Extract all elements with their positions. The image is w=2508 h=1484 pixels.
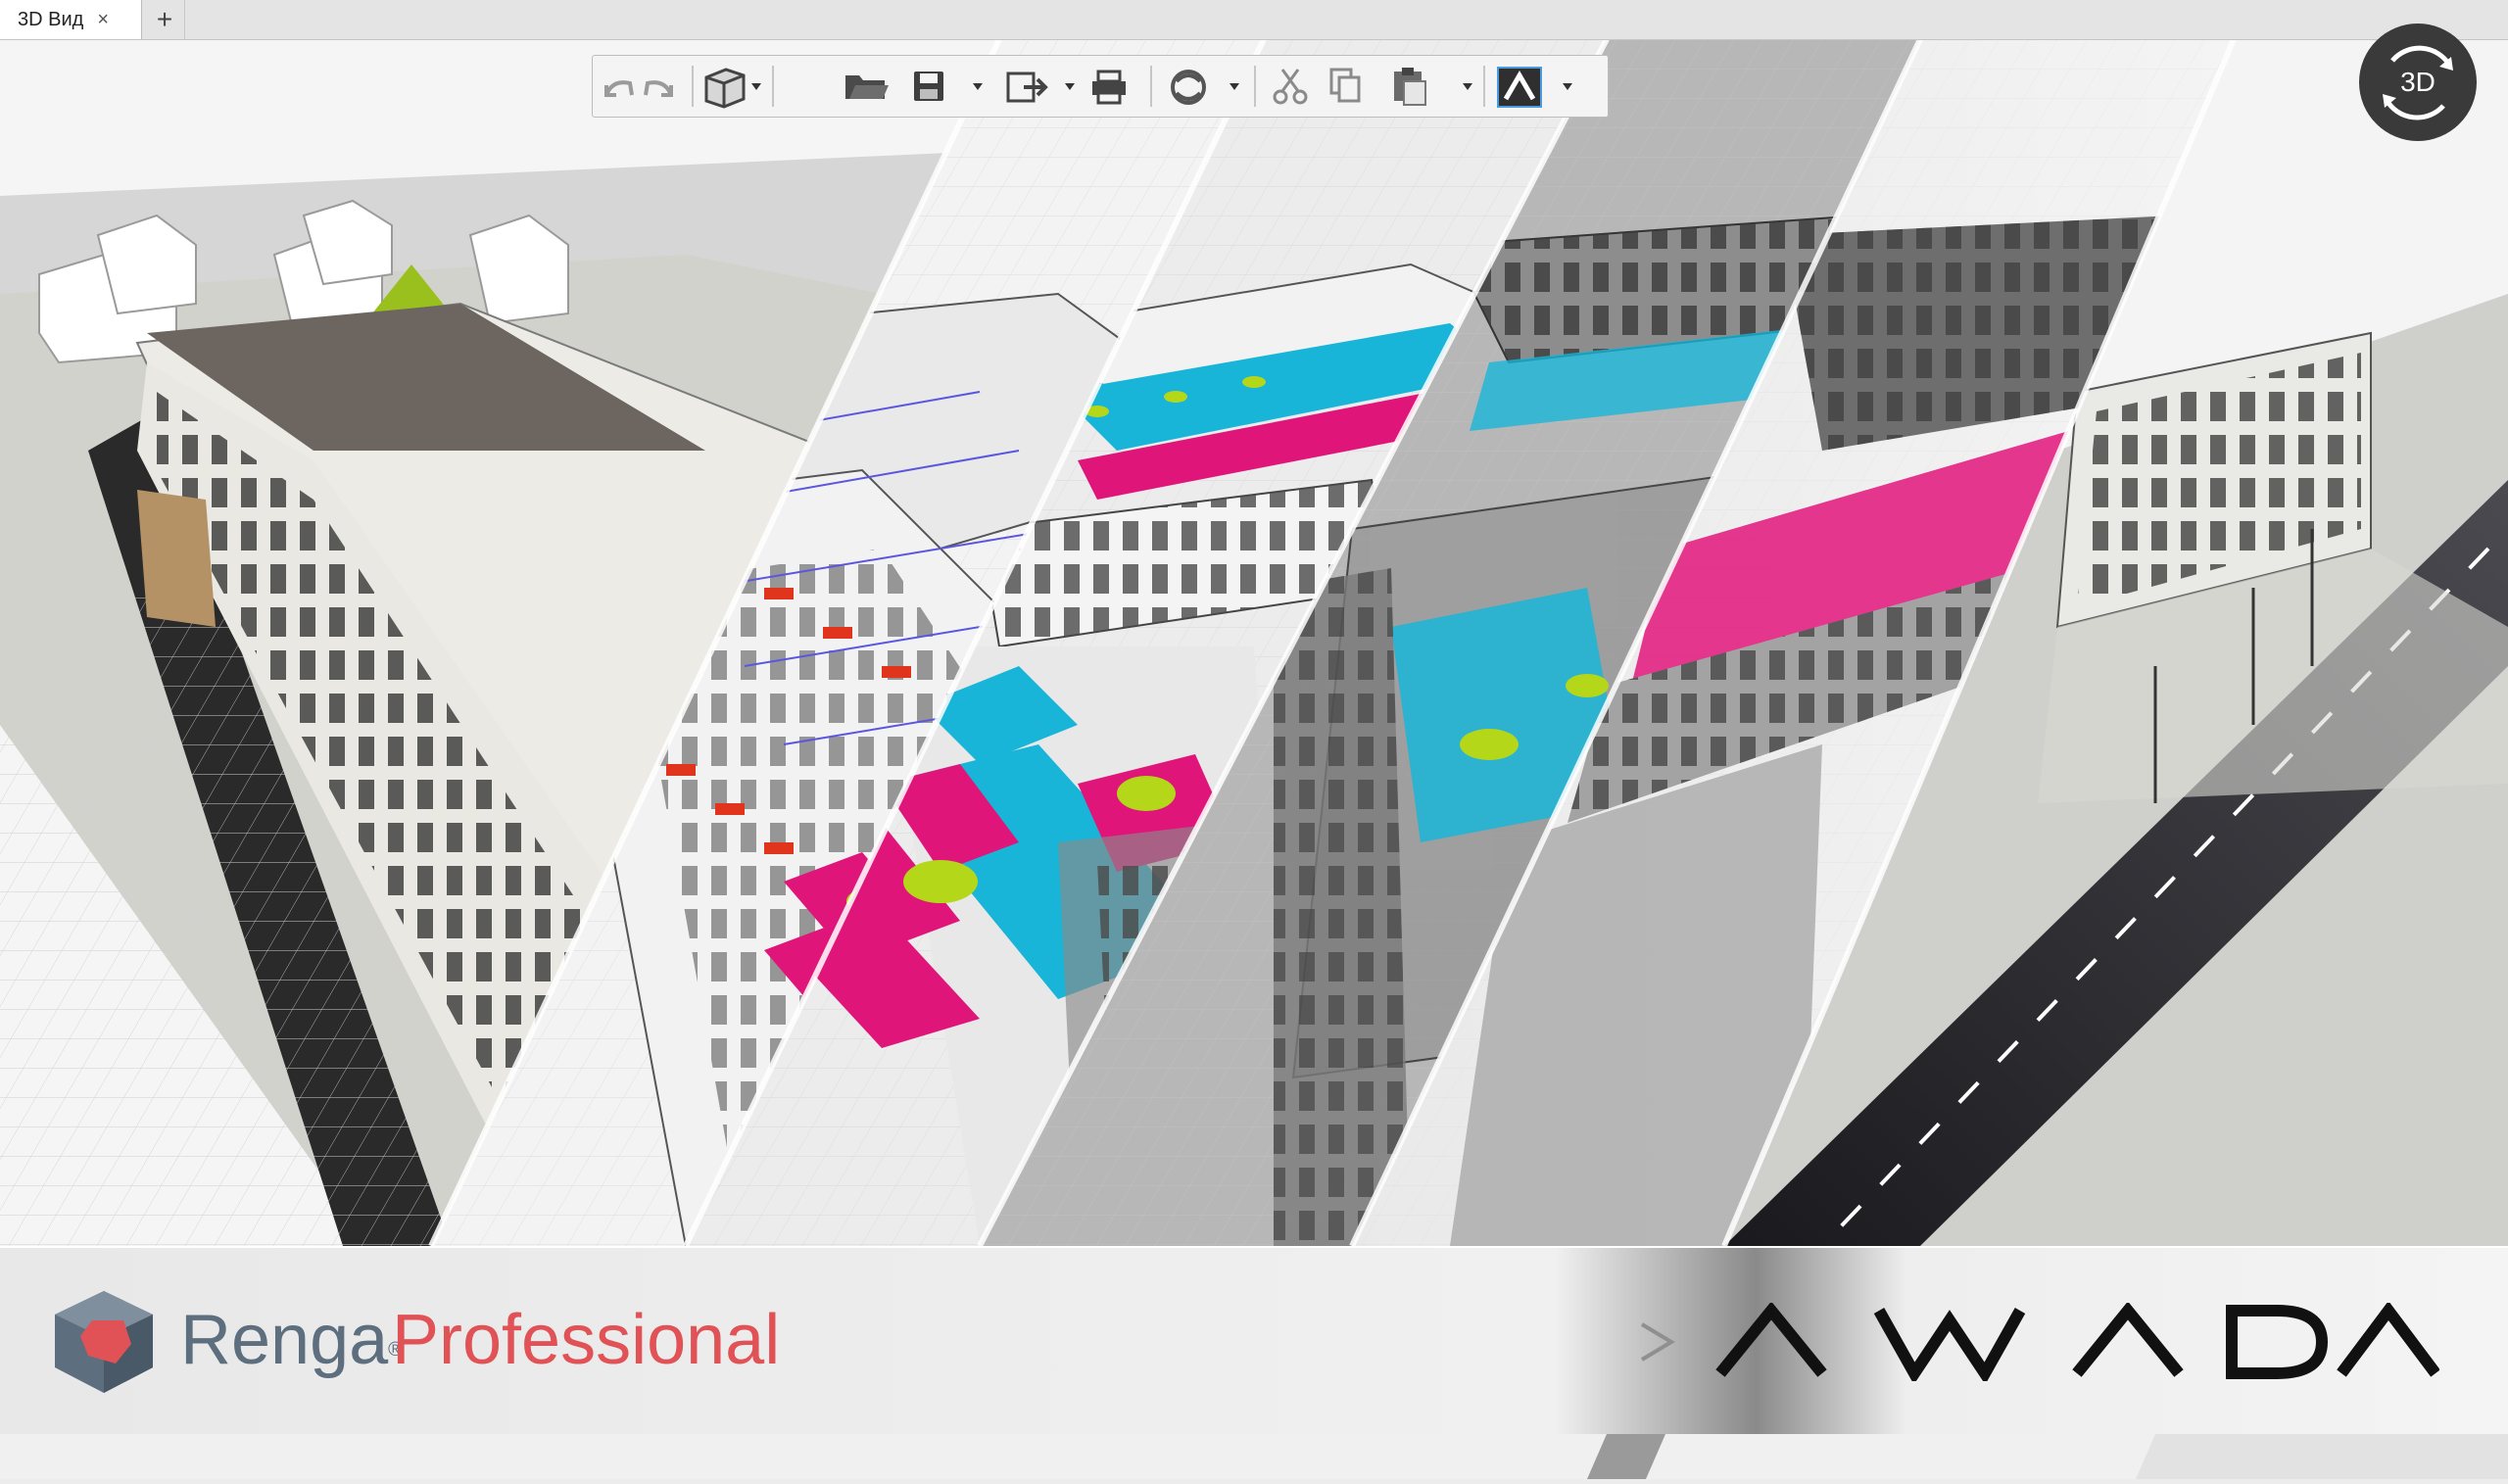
add-tab-button[interactable]: + — [145, 0, 185, 39]
redo-icon[interactable] — [644, 80, 673, 97]
app-logo-icon[interactable] — [1497, 67, 1542, 108]
tab-strip: 3D Вид × + — [0, 0, 2508, 40]
tab-label: 3D Вид — [18, 8, 84, 30]
open-folder-icon[interactable] — [845, 75, 889, 99]
3d-view-toggle-button[interactable]: 3D — [2359, 24, 2477, 141]
chevron-down-icon[interactable] — [1230, 83, 1239, 90]
close-icon[interactable]: × — [97, 9, 109, 31]
view3d-label: 3D — [2400, 67, 2436, 97]
renga-edition-text: Professional — [392, 1301, 781, 1379]
cut-icon[interactable] — [1273, 69, 1308, 105]
awada-logo — [1714, 1301, 2440, 1386]
chevron-down-icon[interactable] — [1463, 83, 1472, 90]
chevron-down-icon[interactable] — [973, 83, 983, 90]
print-icon[interactable] — [1092, 70, 1126, 105]
save-icon[interactable] — [914, 72, 943, 101]
3d-viewport[interactable] — [0, 37, 2508, 1248]
copy-icon[interactable] — [1329, 68, 1361, 103]
renga-brand-text: Renga® — [180, 1301, 403, 1379]
renga-name: Renga — [180, 1301, 389, 1379]
undo-icon[interactable] — [604, 80, 634, 97]
paste-icon[interactable] — [1394, 68, 1426, 106]
tab-3d-view[interactable]: 3D Вид × — [0, 0, 142, 39]
quick-access-toolbar — [592, 55, 1609, 118]
view-cube-icon[interactable] — [704, 68, 746, 109]
sync-icon[interactable] — [1171, 70, 1206, 105]
awada-wordmark-icon — [1715, 1301, 2440, 1385]
chevron-down-icon[interactable] — [1065, 83, 1075, 90]
chevron-down-icon[interactable] — [1563, 83, 1572, 90]
chevron-down-icon[interactable] — [751, 83, 761, 90]
export-icon[interactable] — [1006, 72, 1048, 103]
footer-viewport-strip — [0, 1434, 2508, 1479]
